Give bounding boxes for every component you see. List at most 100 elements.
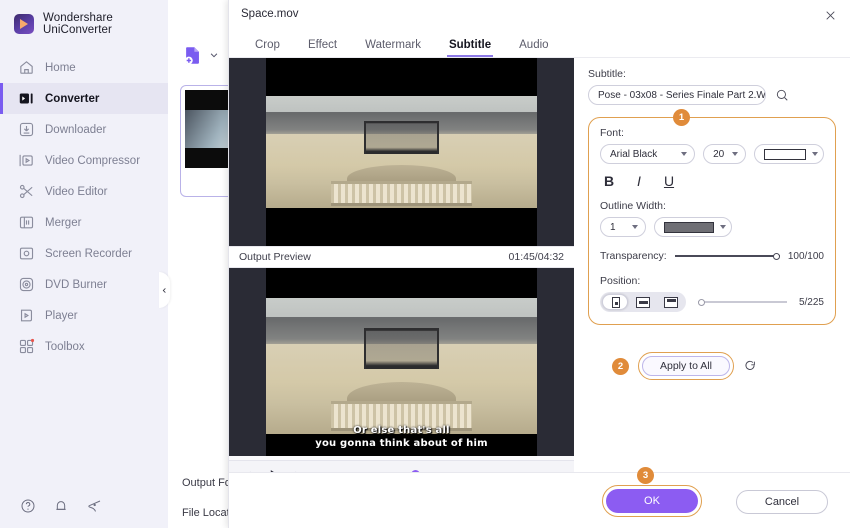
italic-button[interactable]: I: [632, 173, 646, 189]
bold-button[interactable]: B: [602, 173, 616, 189]
apply-to-all-highlight: Apply to All: [638, 352, 734, 380]
reset-icon[interactable]: [743, 359, 757, 373]
application-window: Wondershare UniConverter Home Converter …: [0, 0, 850, 528]
position-slider[interactable]: [698, 296, 787, 308]
sidebar-item-label: Player: [45, 310, 78, 322]
tab-effect[interactable]: Effect: [294, 39, 351, 57]
player-icon: [18, 307, 35, 324]
underline-button[interactable]: U: [662, 173, 676, 189]
source-video-image: [266, 96, 537, 208]
converter-icon: [18, 90, 35, 107]
font-label: Font:: [600, 127, 824, 139]
apply-to-all-button[interactable]: Apply to All: [642, 356, 730, 376]
subtitle-select-value: Pose - 03x08 - Series Finale Part 2.WE: [598, 90, 766, 101]
sidebar-item-label: Downloader: [45, 124, 106, 136]
sidebar-item-downloader[interactable]: Downloader: [0, 114, 168, 145]
sidebar-item-label: Video Compressor: [45, 155, 140, 167]
cancel-button[interactable]: Cancel: [736, 490, 828, 514]
subtitle-search-button[interactable]: [774, 87, 790, 103]
sidebar-item-home[interactable]: Home: [0, 52, 168, 83]
tab-subtitle[interactable]: Subtitle: [435, 39, 505, 57]
ok-button[interactable]: OK: [606, 489, 698, 513]
output-format-label: Output Fo: [182, 477, 231, 489]
tab-audio[interactable]: Audio: [505, 39, 562, 57]
sidebar-item-toolbox[interactable]: Toolbox: [0, 331, 168, 362]
font-style-row: B I U: [600, 173, 824, 189]
sidebar-nav: Home Converter Downloader Video Compress…: [0, 52, 168, 362]
file-location-label: File Locati: [182, 507, 232, 519]
subtitle-select[interactable]: Pose - 03x08 - Series Finale Part 2.WE: [588, 85, 766, 105]
tab-crop[interactable]: Crop: [241, 39, 294, 57]
sidebar-item-label: Toolbox: [45, 341, 85, 353]
subtitle-line-2: you gonna think about of him: [266, 437, 537, 450]
app-logo-icon: [14, 14, 34, 34]
font-color-select[interactable]: [754, 144, 824, 164]
step-badge-2: 2: [612, 358, 629, 375]
preview-label-row: Output Preview 01:45/04:32: [229, 246, 574, 268]
output-video-preview: Or else that's all you gonna think about…: [229, 268, 574, 456]
dialog-tabs: Crop Effect Watermark Subtitle Audio: [229, 30, 850, 58]
add-file-icon[interactable]: [182, 44, 204, 66]
font-size-select[interactable]: 20: [703, 144, 746, 164]
transparency-value: 100/100: [788, 251, 824, 262]
outline-width-select[interactable]: 1: [600, 217, 646, 237]
source-video-preview: [229, 58, 574, 246]
tab-watermark[interactable]: Watermark: [351, 39, 435, 57]
transparency-knob[interactable]: [773, 253, 780, 260]
position-alignment-group: [600, 292, 686, 312]
sidebar-item-merger[interactable]: Merger: [0, 207, 168, 238]
output-video-image: [266, 298, 537, 434]
font-family-select[interactable]: Arial Black: [600, 144, 695, 164]
balustrade-detail: [331, 181, 472, 206]
font-family-value: Arial Black: [610, 149, 657, 160]
notification-bell-icon[interactable]: [53, 498, 69, 514]
sidebar-item-label: DVD Burner: [45, 279, 107, 291]
sidebar-item-video-editor[interactable]: Video Editor: [0, 176, 168, 207]
align-bottom-button[interactable]: [602, 294, 628, 310]
home-icon: [18, 59, 35, 76]
feedback-icon[interactable]: [86, 498, 102, 514]
transparency-slider[interactable]: [675, 250, 780, 262]
position-value: 5/225: [799, 297, 824, 308]
dialog-title-bar: Space.mov: [229, 0, 850, 30]
compressor-icon: [18, 152, 35, 169]
help-icon[interactable]: [20, 498, 36, 514]
preview-timecode: 01:45/04:32: [509, 251, 564, 263]
position-track: [698, 301, 787, 303]
sidebar-item-video-compressor[interactable]: Video Compressor: [0, 145, 168, 176]
font-size-value: 20: [713, 149, 724, 160]
align-middle-icon: [636, 297, 650, 308]
sidebar-item-converter[interactable]: Converter: [0, 83, 168, 114]
output-preview-label: Output Preview: [239, 251, 311, 263]
chevron-down-icon: [632, 225, 638, 229]
sidebar-item-player[interactable]: Player: [0, 300, 168, 331]
subtitle-row: Pose - 03x08 - Series Finale Part 2.WE: [588, 85, 836, 105]
position-knob[interactable]: [698, 299, 705, 306]
sidebar-collapse-button[interactable]: [159, 272, 170, 308]
transparency-track: [675, 255, 780, 257]
sidebar-item-label: Merger: [45, 217, 81, 229]
align-middle-button[interactable]: [630, 294, 656, 310]
chevron-down-icon[interactable]: [209, 50, 219, 60]
toolbox-icon: [18, 338, 35, 355]
record-icon: [18, 245, 35, 262]
subtitle-settings-panel: Subtitle: Pose - 03x08 - Series Finale P…: [574, 58, 850, 470]
sidebar-item-dvd-burner[interactable]: DVD Burner: [0, 269, 168, 300]
main-toolbar: [182, 44, 219, 66]
sidebar-item-label: Converter: [45, 93, 99, 105]
step-badge-3: 3: [637, 467, 654, 484]
position-row: 5/225: [600, 292, 824, 312]
sidebar-item-screen-recorder[interactable]: Screen Recorder: [0, 238, 168, 269]
sidebar-item-label: Screen Recorder: [45, 248, 132, 260]
dialog-title: Space.mov: [241, 8, 299, 20]
source-video-frame: [266, 58, 537, 246]
close-button[interactable]: [821, 6, 839, 24]
output-video-frame: Or else that's all you gonna think about…: [266, 268, 537, 456]
merger-icon: [18, 214, 35, 231]
sidebar-item-label: Home: [45, 62, 76, 74]
align-top-button[interactable]: [658, 294, 684, 310]
outline-color-select[interactable]: [654, 217, 732, 237]
chevron-down-icon: [812, 152, 818, 156]
subtitle-settings-dialog: Space.mov Crop Effect Watermark Subtitle…: [228, 0, 850, 528]
subtitle-overlay: Or else that's all you gonna think about…: [266, 424, 537, 450]
